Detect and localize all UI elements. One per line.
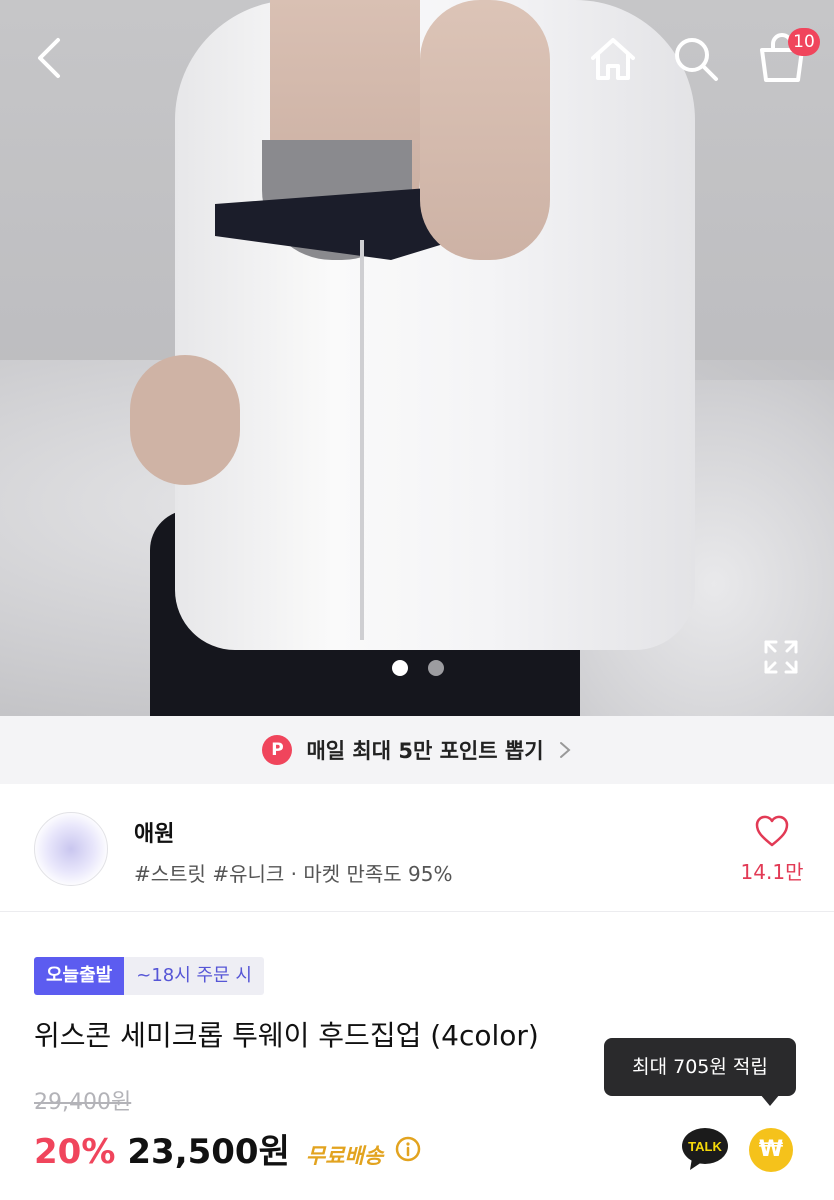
- reward-tooltip: 최대 705원 적립: [604, 1038, 796, 1096]
- free-shipping-label: 무료배송: [305, 1144, 384, 1168]
- chevron-right-icon: [559, 742, 571, 758]
- product-title: 위스콘 세미크롭 투웨이 후드집업 (4color): [34, 1019, 539, 1052]
- sale-price: 23,500원: [127, 1132, 290, 1172]
- back-arrow-icon[interactable]: [28, 36, 72, 80]
- home-icon[interactable]: [588, 36, 638, 82]
- kakao-talk-icon[interactable]: TALK: [680, 1126, 730, 1172]
- like-count: 14.1만: [740, 860, 804, 884]
- store-info-row: 애원 #스트릿 #유니크 · 마켓 만족도 95% 14.1만: [0, 784, 834, 912]
- carousel-dot-2[interactable]: [428, 660, 444, 676]
- today-shipping-badge: 오늘출발: [34, 957, 125, 995]
- product-image-carousel[interactable]: [0, 0, 834, 716]
- store-tags: #스트릿 #유니크 · 마켓 만족도 95%: [134, 862, 453, 886]
- order-deadline-badge: ~18시 주문 시: [124, 957, 264, 995]
- store-like-button[interactable]: 14.1만: [740, 814, 804, 884]
- cart-count-badge: 10: [788, 28, 820, 56]
- photo-hand: [130, 355, 240, 485]
- store-logo[interactable]: [34, 812, 108, 886]
- expand-icon[interactable]: [762, 638, 800, 676]
- photo-arm: [420, 0, 550, 260]
- original-price: 29,400원: [34, 1090, 132, 1115]
- carousel-dot-1[interactable]: [392, 660, 408, 676]
- price-row: 20% 23,500원 무료배송: [34, 1124, 421, 1173]
- delivery-badges: 오늘출발 ~18시 주문 시: [34, 957, 264, 995]
- coin-icon[interactable]: ₩: [749, 1128, 793, 1172]
- photo-zipper: [360, 240, 364, 640]
- heart-icon: [755, 815, 789, 847]
- store-name[interactable]: 애원: [134, 816, 174, 848]
- point-draw-banner[interactable]: P 매일 최대 5만 포인트 뽑기: [0, 716, 834, 784]
- point-icon: P: [262, 735, 293, 765]
- carousel-indicator: [392, 660, 444, 676]
- search-icon[interactable]: [672, 36, 720, 82]
- info-icon[interactable]: [395, 1136, 421, 1162]
- tooltip-arrow: [760, 1094, 780, 1106]
- promo-text: 매일 최대 5만 포인트 뽑기: [306, 739, 544, 763]
- discount-rate: 20%: [34, 1132, 116, 1172]
- talk-label: TALK: [688, 1139, 722, 1154]
